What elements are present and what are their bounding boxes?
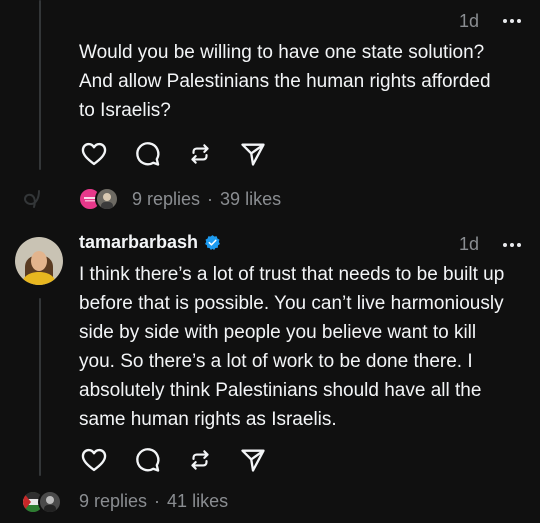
repost-icon — [191, 144, 209, 164]
thread-line-top — [39, 0, 41, 170]
post-stats: 9 replies · 39 likes — [132, 189, 281, 210]
comment-icon — [136, 448, 160, 472]
heart-icon — [81, 142, 107, 166]
verified-badge-icon — [205, 235, 220, 250]
like-button[interactable] — [78, 444, 110, 476]
post-time: 1d — [459, 234, 480, 254]
heart-icon — [81, 448, 107, 472]
likes-count[interactable]: 39 likes — [220, 189, 281, 210]
reply-avatars[interactable] — [78, 187, 122, 211]
send-icon — [241, 449, 265, 472]
replies-count[interactable]: 9 replies — [132, 189, 200, 210]
avatar[interactable] — [15, 237, 63, 285]
likes-count[interactable]: 41 likes — [167, 491, 228, 512]
post-text: I think there’s a lot of trust that need… — [79, 264, 505, 430]
repost-button[interactable] — [184, 444, 216, 476]
avatar — [95, 187, 119, 211]
action-bar — [78, 138, 269, 170]
replies-count[interactable]: 9 replies — [79, 491, 147, 512]
post-time: 1d — [459, 11, 480, 31]
repost-icon — [191, 450, 209, 470]
repost-button[interactable] — [184, 138, 216, 170]
reply-button[interactable] — [131, 138, 163, 170]
action-bar — [78, 444, 269, 476]
stats-separator: · — [154, 491, 161, 511]
post-header: tamarbarbash — [79, 232, 221, 253]
more-horizontal-icon — [503, 243, 507, 247]
stats-separator: · — [207, 189, 214, 209]
thread-curl-icon — [23, 190, 40, 208]
username[interactable]: tamarbarbash — [79, 232, 198, 253]
comment-icon — [136, 142, 160, 166]
more-options-button[interactable] — [503, 19, 521, 23]
thread-line-bottom — [39, 298, 41, 476]
reply-button[interactable] — [131, 444, 163, 476]
post-text: Would you be willing to have one state s… — [79, 42, 491, 121]
share-button[interactable] — [237, 138, 269, 170]
avatar — [38, 490, 62, 514]
more-horizontal-icon — [503, 19, 507, 23]
more-options-button[interactable] — [503, 243, 521, 247]
share-button[interactable] — [237, 444, 269, 476]
send-icon — [241, 143, 265, 166]
post-stats: 9 replies · 41 likes — [79, 491, 228, 512]
reply-avatars[interactable] — [21, 490, 65, 514]
like-button[interactable] — [78, 138, 110, 170]
